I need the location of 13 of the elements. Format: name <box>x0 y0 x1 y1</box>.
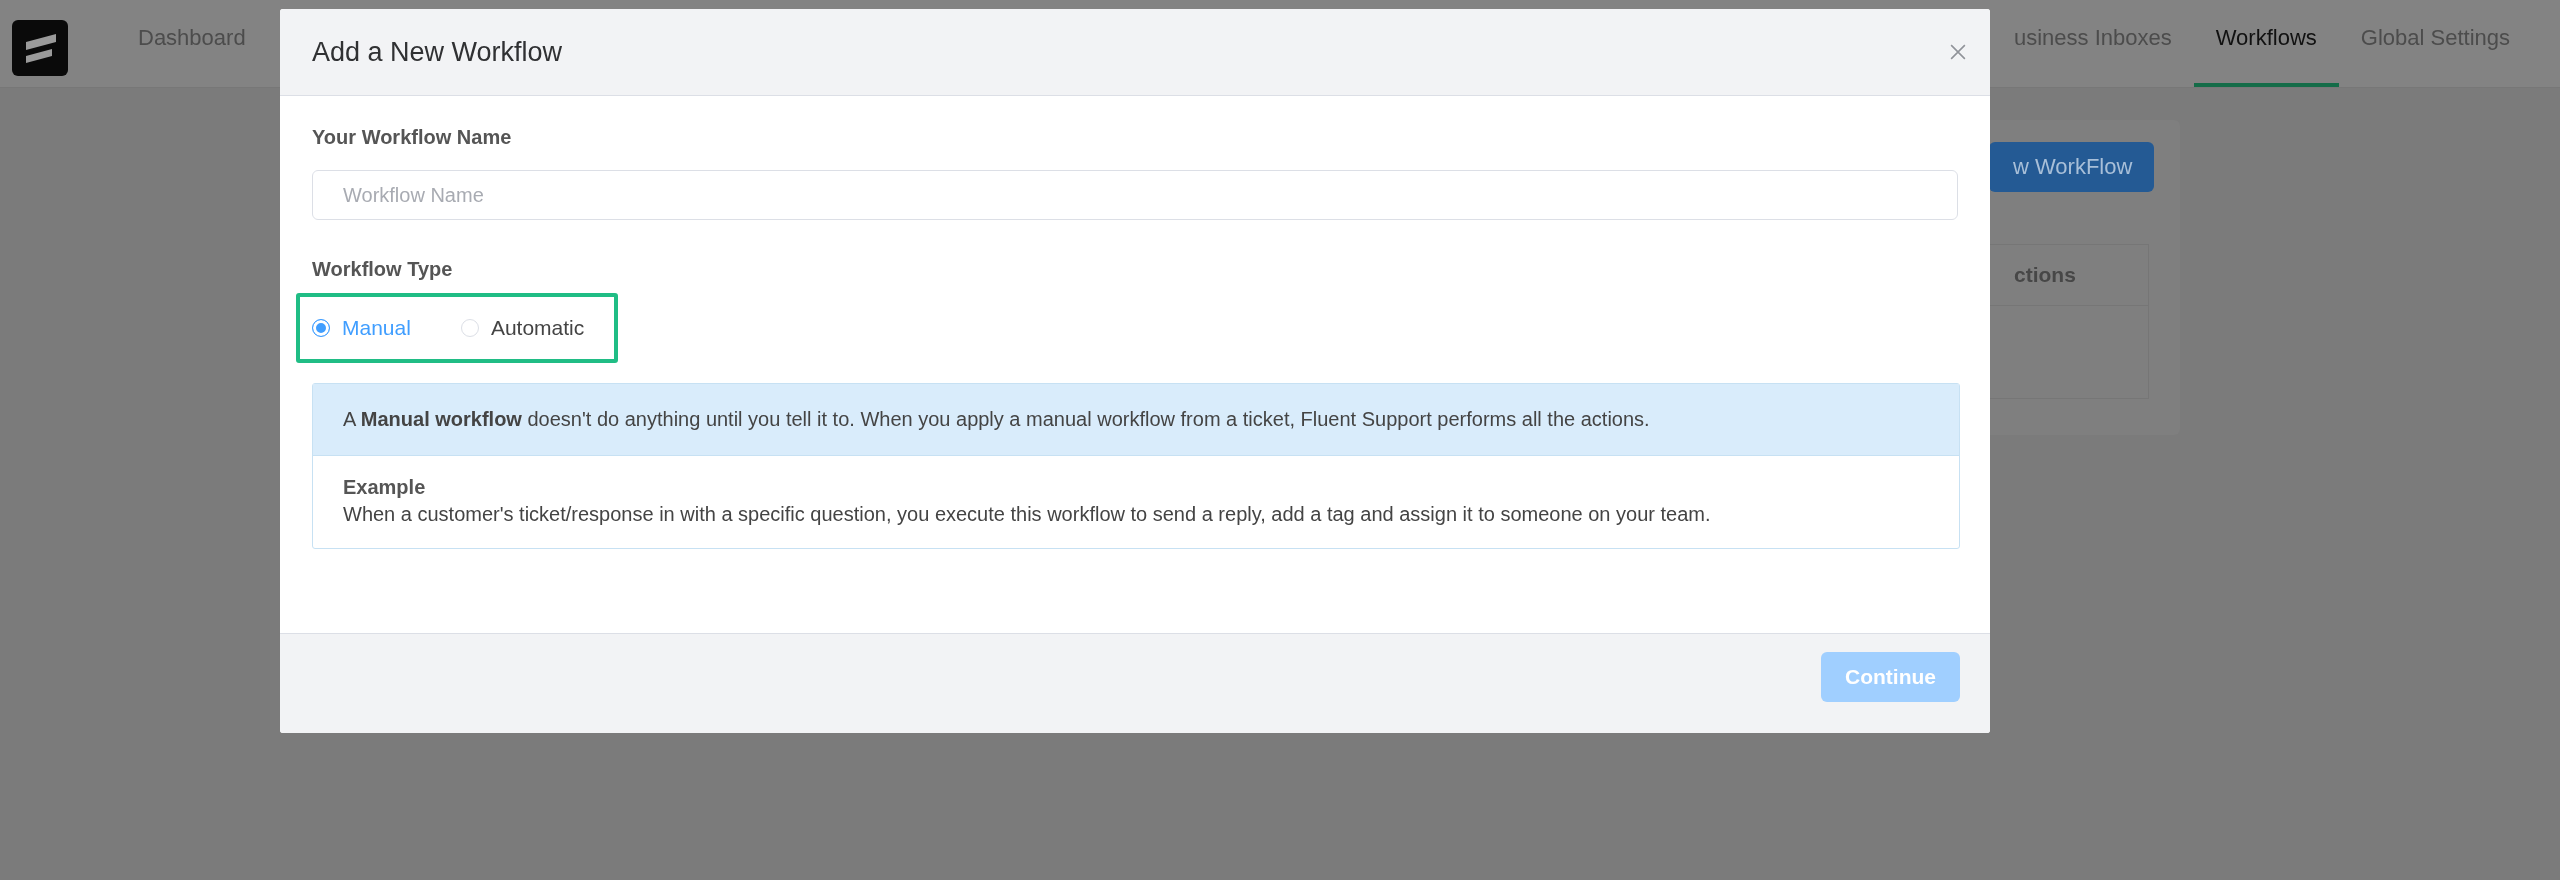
dialog-title: Add a New Workflow <box>312 36 563 68</box>
example-title: Example <box>343 476 427 499</box>
field-label: Workflow Type <box>312 258 453 281</box>
description-text: A Manual workflow doesn't do anything until you tell it to. When you apply a manual workflow from a ticket, Fluent Support performs all the actions. <box>343 408 1650 430</box>
field-label: Your Workflow Name <box>312 126 512 149</box>
add-workflow-button[interactable]: w WorkFlow <box>1989 142 2155 192</box>
input-field[interactable]: Workflow Name <box>312 170 1958 220</box>
radio-option[interactable]: Manual <box>312 316 411 340</box>
close-icon[interactable] <box>1950 44 1966 60</box>
nav-tab[interactable]: Workflows <box>2193 0 2339 87</box>
example-text: When a customer's ticket/response in with a specific question, you execute this workflow to send a reply, add a tag and assign it to someone on your team. <box>343 503 1712 526</box>
radio-option[interactable]: Automatic <box>460 316 585 340</box>
logo-icon[interactable] <box>12 20 68 76</box>
